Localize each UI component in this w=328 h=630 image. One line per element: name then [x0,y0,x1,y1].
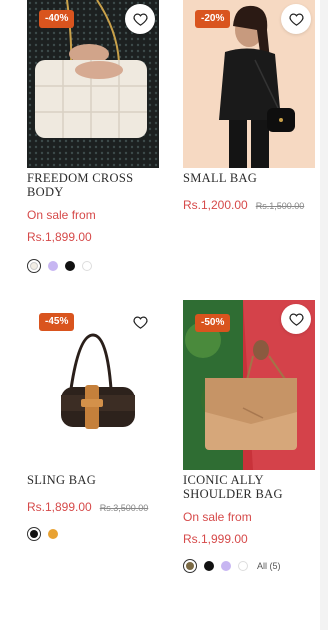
color-swatch[interactable] [27,259,41,273]
product-image[interactable]: -40% [27,0,159,168]
compare-price: Rs.1,500.00 [255,201,305,211]
heart-icon [288,313,304,326]
product-title[interactable]: SLING BAG [27,473,159,487]
color-swatch[interactable] [238,561,248,571]
compare-price: Rs.3,500.00 [99,503,149,513]
price-row: Rs.1,200.00 Rs.1,500.00 [183,198,315,212]
color-swatch[interactable] [183,559,197,573]
product-title[interactable]: SMALL BAG [183,171,315,185]
all-colors-link[interactable]: All (5) [257,561,281,571]
color-swatches: All (5) [183,559,315,573]
product-price: Rs.1,200.00 [183,198,248,212]
color-swatch[interactable] [65,261,75,271]
product-card-small-bag[interactable]: -20% SMALL BAG Rs.1,200.00 Rs.1,500.00 [183,0,315,212]
product-image[interactable]: -20% [183,0,315,168]
product-card-sling-bag[interactable]: -45% SLING BAG Rs.1,899.00 Rs.3,500.00 [27,305,159,541]
color-swatch[interactable] [48,261,58,271]
wishlist-button[interactable] [125,4,155,34]
product-image[interactable]: -50% [183,300,315,470]
wishlist-button[interactable] [125,307,155,337]
heart-icon [132,13,148,26]
product-price: Rs.1,899.00 [27,500,92,514]
wishlist-button[interactable] [281,4,311,34]
product-card-iconic-ally-shoulder-bag[interactable]: -50% ICONIC ALLY SHOULDER BAG On sale fr… [183,300,315,573]
discount-badge: -50% [195,314,231,332]
discount-badge: -40% [39,10,75,28]
price-row: Rs.1,899.00 Rs.3,500.00 [27,500,159,514]
heart-icon [288,13,304,26]
product-title[interactable]: ICONIC ALLY SHOULDER BAG [183,473,315,501]
heart-icon [132,316,148,329]
product-card-freedom-cross-body[interactable]: -40% FREEDOM CROSS BODY On sale from Rs.… [27,0,159,273]
discount-badge: -20% [195,10,231,28]
color-swatch[interactable] [82,261,92,271]
scrollbar[interactable] [320,0,328,630]
color-swatch[interactable] [48,529,58,539]
color-swatches [27,527,159,541]
discount-badge: -45% [39,313,75,331]
color-swatch[interactable] [221,561,231,571]
sale-label: On sale from [183,510,252,524]
product-price: Rs.1,999.00 [183,532,248,546]
product-image[interactable]: -45% [27,305,159,470]
sale-label: On sale from [27,208,96,222]
color-swatches [27,259,159,273]
wishlist-button[interactable] [281,304,311,334]
color-swatch[interactable] [27,527,41,541]
product-grid: -40% FREEDOM CROSS BODY On sale from Rs.… [0,0,328,630]
color-swatch[interactable] [204,561,214,571]
product-price: Rs.1,899.00 [27,230,92,244]
product-title[interactable]: FREEDOM CROSS BODY [27,171,159,199]
